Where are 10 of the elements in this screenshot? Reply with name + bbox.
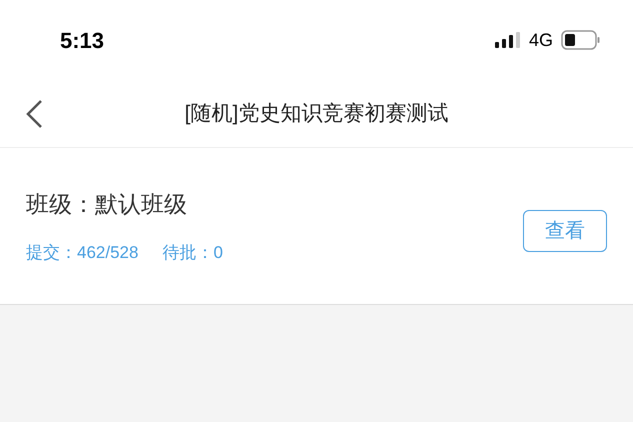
signal-icon bbox=[494, 32, 521, 48]
pending-count: 待批：0 bbox=[162, 242, 223, 264]
page-title: [随机]党史知识竞赛初赛测试 bbox=[184, 100, 448, 127]
view-button[interactable]: 查看 bbox=[523, 210, 607, 252]
battery-icon bbox=[561, 30, 601, 50]
status-time: 5:13 bbox=[60, 26, 104, 54]
network-label: 4G bbox=[528, 28, 553, 52]
submitted-count: 提交：462/528 bbox=[26, 242, 138, 264]
class-name: 班级：默认班级 bbox=[26, 190, 188, 219]
back-icon bbox=[25, 98, 43, 128]
